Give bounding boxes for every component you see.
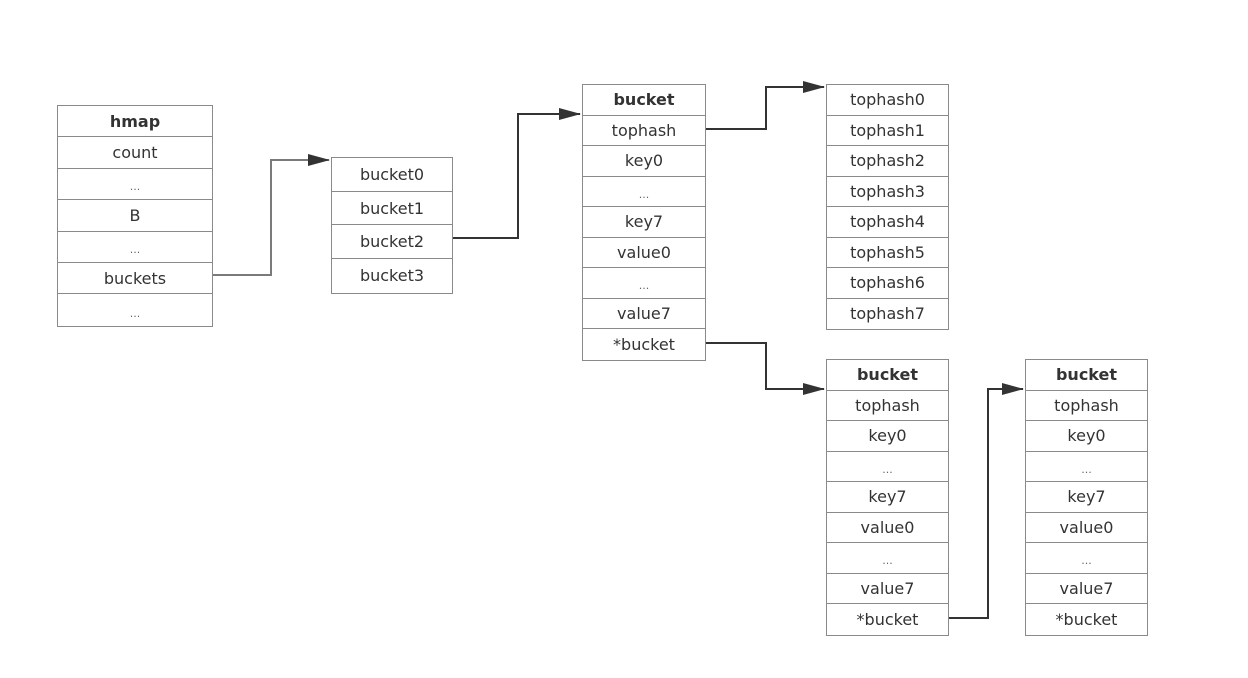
arrow-bucket2-to-bucket [453,108,581,239]
arrow-overflow-1 [706,342,825,395]
arrow-overflow-2 [949,383,1024,619]
arrow-buckets-to-array [213,154,330,276]
arrows-layer [213,81,1024,619]
arrow-tophash-to-array [706,81,825,130]
